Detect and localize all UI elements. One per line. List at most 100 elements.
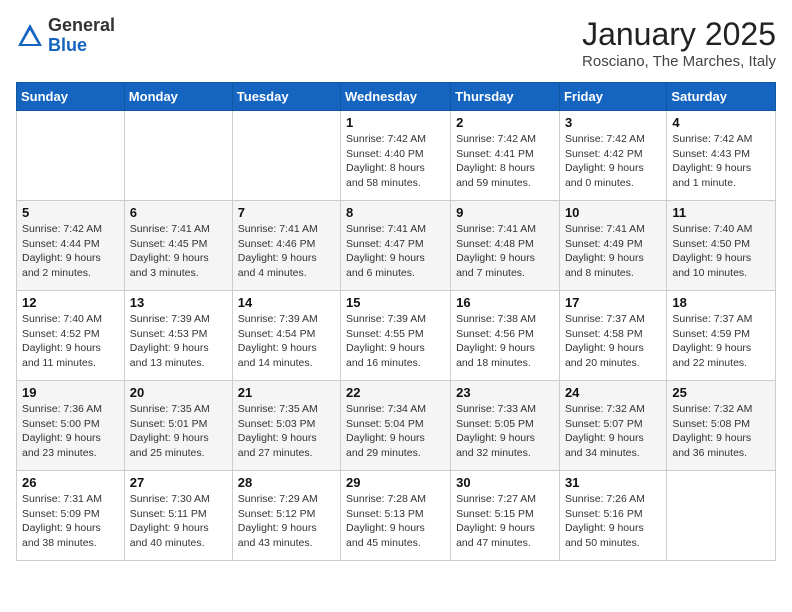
day-number: 19 — [22, 385, 119, 400]
day-detail: Sunrise: 7:32 AM Sunset: 5:07 PM Dayligh… — [565, 402, 661, 461]
weekday-header: Friday — [559, 83, 666, 111]
day-number: 17 — [565, 295, 661, 310]
calendar-cell: 1 Sunrise: 7:42 AM Sunset: 4:40 PM Daylig… — [341, 111, 451, 201]
calendar-cell: 17Sunrise: 7:37 AM Sunset: 4:58 PM Dayli… — [559, 291, 666, 381]
day-number: 15 — [346, 295, 445, 310]
calendar-week: 19 Sunrise: 7:36 AM Sunset: 5:00 PM Dayli… — [17, 381, 776, 471]
day-detail: Sunrise: 7:41 AM Sunset: 4:45 PM Dayligh… — [130, 222, 227, 281]
day-number: 20 — [130, 385, 227, 400]
day-detail: Sunrise: 7:32 AM Sunset: 5:08 PM Dayligh… — [672, 402, 770, 461]
day-number: 7 — [238, 205, 335, 220]
calendar-cell: 2 Sunrise: 7:42 AM Sunset: 4:41 PM Daylig… — [451, 111, 560, 201]
calendar-cell: 4 Sunrise: 7:42 AM Sunset: 4:43 PM Daylig… — [667, 111, 776, 201]
day-detail: Sunrise: 7:40 AM Sunset: 4:50 PM Dayligh… — [672, 222, 770, 281]
day-detail: Sunrise: 7:31 AM Sunset: 5:09 PM Dayligh… — [22, 492, 119, 551]
day-detail: Sunrise: 7:35 AM Sunset: 5:01 PM Dayligh… — [130, 402, 227, 461]
weekday-header: Sunday — [17, 83, 125, 111]
logo-general: General — [48, 15, 115, 35]
day-number: 1 — [346, 115, 445, 130]
calendar-week: 12Sunrise: 7:40 AM Sunset: 4:52 PM Dayli… — [17, 291, 776, 381]
day-number: 28 — [238, 475, 335, 490]
day-detail: Sunrise: 7:35 AM Sunset: 5:03 PM Dayligh… — [238, 402, 335, 461]
weekday-header: Wednesday — [341, 83, 451, 111]
weekday-header: Tuesday — [232, 83, 340, 111]
day-number: 8 — [346, 205, 445, 220]
day-number: 21 — [238, 385, 335, 400]
day-number: 27 — [130, 475, 227, 490]
day-detail: Sunrise: 7:37 AM Sunset: 4:59 PM Dayligh… — [672, 312, 770, 371]
day-detail: Sunrise: 7:42 AM Sunset: 4:43 PM Dayligh… — [672, 132, 770, 191]
day-number: 31 — [565, 475, 661, 490]
day-number: 5 — [22, 205, 119, 220]
day-number: 26 — [22, 475, 119, 490]
calendar-body: 1 Sunrise: 7:42 AM Sunset: 4:40 PM Daylig… — [17, 111, 776, 561]
weekday-header: Saturday — [667, 83, 776, 111]
calendar-cell: 28 Sunrise: 7:29 AM Sunset: 5:12 PM Dayli… — [232, 471, 340, 561]
weekday-header: Monday — [124, 83, 232, 111]
logo-text: General Blue — [48, 16, 115, 56]
logo-icon — [16, 22, 44, 50]
day-detail: Sunrise: 7:33 AM Sunset: 5:05 PM Dayligh… — [456, 402, 554, 461]
weekday-header: Thursday — [451, 83, 560, 111]
calendar-cell: 7 Sunrise: 7:41 AM Sunset: 4:46 PM Daylig… — [232, 201, 340, 291]
calendar-cell: 14Sunrise: 7:39 AM Sunset: 4:54 PM Dayli… — [232, 291, 340, 381]
day-number: 12 — [22, 295, 119, 310]
page-header: General Blue January 2025 Rosciano, The … — [16, 16, 776, 70]
calendar-cell: 5 Sunrise: 7:42 AM Sunset: 4:44 PM Daylig… — [17, 201, 125, 291]
calendar-cell: 20 Sunrise: 7:35 AM Sunset: 5:01 PM Dayli… — [124, 381, 232, 471]
day-number: 10 — [565, 205, 661, 220]
day-number: 25 — [672, 385, 770, 400]
day-detail: Sunrise: 7:30 AM Sunset: 5:11 PM Dayligh… — [130, 492, 227, 551]
calendar-cell: 8 Sunrise: 7:41 AM Sunset: 4:47 PM Daylig… — [341, 201, 451, 291]
calendar-cell: 24 Sunrise: 7:32 AM Sunset: 5:07 PM Dayli… — [559, 381, 666, 471]
day-number: 3 — [565, 115, 661, 130]
day-number: 4 — [672, 115, 770, 130]
day-detail: Sunrise: 7:29 AM Sunset: 5:12 PM Dayligh… — [238, 492, 335, 551]
calendar-cell: 16 Sunrise: 7:38 AM Sunset: 4:56 PM Dayli… — [451, 291, 560, 381]
calendar-week: 26 Sunrise: 7:31 AM Sunset: 5:09 PM Dayli… — [17, 471, 776, 561]
calendar-cell: 13Sunrise: 7:39 AM Sunset: 4:53 PM Dayli… — [124, 291, 232, 381]
calendar-cell: 10Sunrise: 7:41 AM Sunset: 4:49 PM Dayli… — [559, 201, 666, 291]
calendar-cell: 6 Sunrise: 7:41 AM Sunset: 4:45 PM Daylig… — [124, 201, 232, 291]
day-detail: Sunrise: 7:41 AM Sunset: 4:47 PM Dayligh… — [346, 222, 445, 281]
day-detail: Sunrise: 7:39 AM Sunset: 4:53 PM Dayligh… — [130, 312, 227, 371]
day-number: 23 — [456, 385, 554, 400]
calendar-cell: 26 Sunrise: 7:31 AM Sunset: 5:09 PM Dayli… — [17, 471, 125, 561]
calendar-cell: 31Sunrise: 7:26 AM Sunset: 5:16 PM Dayli… — [559, 471, 666, 561]
day-number: 11 — [672, 205, 770, 220]
day-number: 22 — [346, 385, 445, 400]
month-title: January 2025 — [582, 16, 776, 53]
day-detail: Sunrise: 7:36 AM Sunset: 5:00 PM Dayligh… — [22, 402, 119, 461]
day-detail: Sunrise: 7:42 AM Sunset: 4:44 PM Dayligh… — [22, 222, 119, 281]
calendar-cell: 22 Sunrise: 7:34 AM Sunset: 5:04 PM Dayli… — [341, 381, 451, 471]
day-number: 14 — [238, 295, 335, 310]
calendar-header: SundayMondayTuesdayWednesdayThursdayFrid… — [17, 83, 776, 111]
day-number: 6 — [130, 205, 227, 220]
calendar-cell: 12Sunrise: 7:40 AM Sunset: 4:52 PM Dayli… — [17, 291, 125, 381]
day-detail: Sunrise: 7:39 AM Sunset: 4:55 PM Dayligh… — [346, 312, 445, 371]
calendar-cell: 25 Sunrise: 7:32 AM Sunset: 5:08 PM Dayli… — [667, 381, 776, 471]
day-detail: Sunrise: 7:41 AM Sunset: 4:46 PM Dayligh… — [238, 222, 335, 281]
day-detail: Sunrise: 7:42 AM Sunset: 4:40 PM Dayligh… — [346, 132, 445, 191]
day-number: 2 — [456, 115, 554, 130]
day-detail: Sunrise: 7:34 AM Sunset: 5:04 PM Dayligh… — [346, 402, 445, 461]
calendar-week: 5 Sunrise: 7:42 AM Sunset: 4:44 PM Daylig… — [17, 201, 776, 291]
calendar-cell: 18 Sunrise: 7:37 AM Sunset: 4:59 PM Dayli… — [667, 291, 776, 381]
day-detail: Sunrise: 7:41 AM Sunset: 4:48 PM Dayligh… — [456, 222, 554, 281]
day-number: 18 — [672, 295, 770, 310]
calendar-cell: 29Sunrise: 7:28 AM Sunset: 5:13 PM Dayli… — [341, 471, 451, 561]
day-detail: Sunrise: 7:38 AM Sunset: 4:56 PM Dayligh… — [456, 312, 554, 371]
day-detail: Sunrise: 7:27 AM Sunset: 5:15 PM Dayligh… — [456, 492, 554, 551]
title-block: January 2025 Rosciano, The Marches, Ital… — [582, 16, 776, 70]
calendar-cell: 3 Sunrise: 7:42 AM Sunset: 4:42 PM Daylig… — [559, 111, 666, 201]
day-detail: Sunrise: 7:42 AM Sunset: 4:41 PM Dayligh… — [456, 132, 554, 191]
day-number: 9 — [456, 205, 554, 220]
day-number: 24 — [565, 385, 661, 400]
calendar-cell: 9 Sunrise: 7:41 AM Sunset: 4:48 PM Daylig… — [451, 201, 560, 291]
weekday-row: SundayMondayTuesdayWednesdayThursdayFrid… — [17, 83, 776, 111]
day-number: 16 — [456, 295, 554, 310]
calendar-cell: 19 Sunrise: 7:36 AM Sunset: 5:00 PM Dayli… — [17, 381, 125, 471]
day-detail: Sunrise: 7:42 AM Sunset: 4:42 PM Dayligh… — [565, 132, 661, 191]
logo: General Blue — [16, 16, 115, 56]
location: Rosciano, The Marches, Italy — [582, 53, 776, 70]
